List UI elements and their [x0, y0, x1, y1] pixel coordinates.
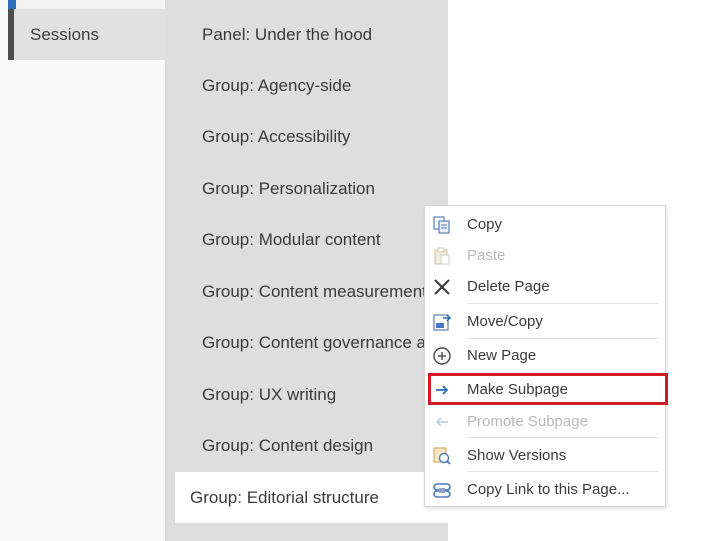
section-color-tab	[8, 0, 16, 9]
menu-item-label: Paste	[467, 247, 506, 264]
menu-item-move-copy[interactable]: Move/Copy	[425, 306, 665, 337]
highlight-box	[428, 373, 668, 405]
menu-item-label: Move/Copy	[467, 313, 543, 330]
page-item[interactable]: Group: Modular content	[202, 214, 381, 265]
page-item-selected[interactable]: Group: Editorial structure	[175, 472, 448, 523]
versions-icon	[433, 447, 451, 465]
page-item[interactable]: Group: UX writing	[202, 369, 336, 420]
menu-item-label: New Page	[467, 347, 537, 364]
link-icon	[433, 483, 451, 498]
page-item[interactable]: Panel: Under the hood	[202, 9, 372, 60]
page-item[interactable]: Group: Personalization	[202, 163, 375, 214]
paste-icon	[434, 247, 450, 265]
menu-separator	[467, 471, 659, 472]
arrow-left-icon	[435, 417, 448, 427]
move-copy-icon	[433, 314, 452, 331]
menu-item-label: Show Versions	[467, 447, 567, 464]
menu-item-label: Promote Subpage	[467, 413, 588, 430]
menu-item-delete-page[interactable]: Delete Page	[425, 271, 665, 302]
menu-item-paste[interactable]: Paste	[425, 240, 665, 271]
menu-item-label: Copy	[467, 216, 503, 233]
page-item[interactable]: Group: Content governance and	[202, 317, 445, 368]
section-item-sessions[interactable]: Sessions	[8, 9, 165, 60]
page-item[interactable]: Group: Accessibility	[202, 111, 350, 162]
page-list: Panel: Under the hood Group: Agency-side…	[165, 0, 448, 541]
page-item[interactable]: Group: Content measurement	[202, 266, 427, 317]
menu-separator	[467, 303, 659, 304]
add-circle-icon	[433, 347, 451, 365]
menu-item-copy[interactable]: Copy	[425, 209, 665, 240]
delete-x-icon	[434, 279, 450, 295]
copy-icon	[433, 216, 450, 234]
section-item-partial[interactable]	[8, 0, 165, 9]
menu-item-copy-link[interactable]: Copy Link to this Page...	[425, 474, 665, 505]
context-menu: Copy Paste Delete Page Move/Copy New Pag…	[424, 205, 666, 507]
menu-item-label: Delete Page	[467, 278, 550, 295]
menu-item-new-page[interactable]: New Page	[425, 340, 665, 371]
page-item[interactable]: Group: Agency-side	[202, 60, 351, 111]
menu-separator	[467, 437, 659, 438]
menu-item-show-versions[interactable]: Show Versions	[425, 440, 665, 471]
section-list: Sessions	[0, 0, 165, 541]
page-item[interactable]: Group: Content design	[202, 420, 373, 471]
menu-item-label: Copy Link to this Page...	[467, 481, 630, 498]
menu-separator	[467, 338, 659, 339]
menu-item-promote-subpage[interactable]: Promote Subpage	[425, 406, 665, 437]
